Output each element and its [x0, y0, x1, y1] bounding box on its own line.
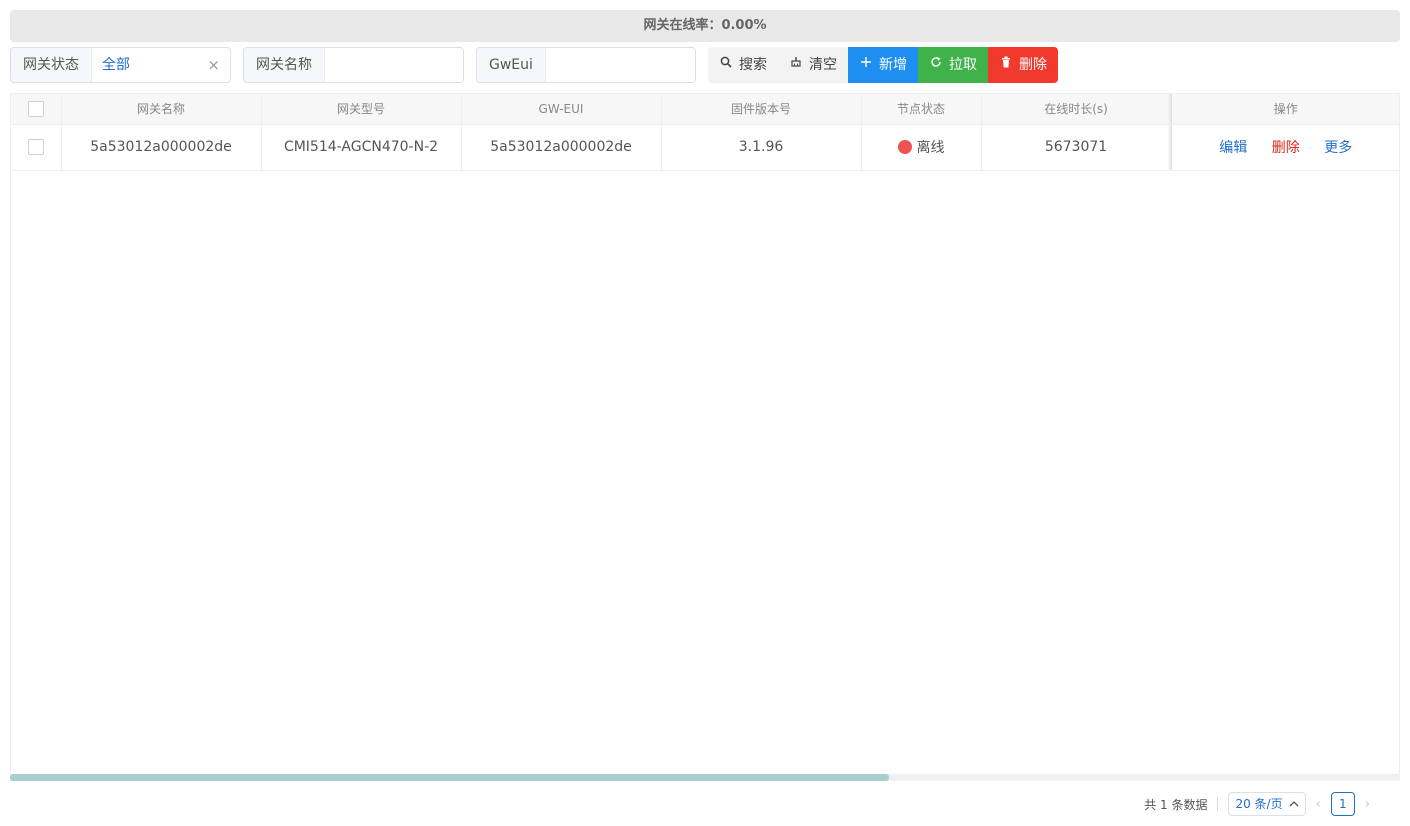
column-header[interactable]: 网关型号 — [261, 94, 462, 125]
status-filter-label: 网关状态 — [11, 48, 92, 82]
edit-link[interactable]: 编辑 — [1219, 140, 1247, 156]
actions-cell: 编辑 删除 更多 — [1171, 124, 1399, 171]
gweui-input[interactable] — [545, 48, 695, 82]
filter-toolbar: 网关状态 全部 × 网关名称 GwEui 搜索 清空 新增 拉取 删除 — [10, 47, 1400, 83]
trash-icon — [999, 47, 1013, 83]
online-rate-banner: 网关在线率：0.00% — [10, 10, 1400, 42]
row-checkbox[interactable] — [27, 139, 44, 155]
scrollbar-thumb[interactable] — [10, 774, 889, 781]
next-page-icon[interactable]: › — [1365, 797, 1370, 812]
horizontal-scrollbar[interactable] — [10, 774, 1400, 781]
select-all-cell — [11, 94, 62, 125]
name-filter-label: 网关名称 — [244, 48, 325, 82]
status-filter[interactable]: 网关状态 全部 × — [10, 47, 231, 83]
column-header[interactable]: 网关名称 — [61, 94, 262, 125]
pagination-divider — [1217, 797, 1219, 811]
clear-button-label: 清空 — [809, 57, 837, 73]
firmware-cell: 3.1.96 — [661, 124, 862, 171]
row-delete-link[interactable]: 删除 — [1272, 140, 1300, 156]
gateway-model-cell: CMI514-AGCN470-N-2 — [261, 124, 462, 171]
name-input[interactable] — [325, 48, 463, 82]
clear-button[interactable]: 清空 — [778, 47, 848, 83]
name-filter: 网关名称 — [243, 47, 464, 83]
page-number[interactable]: 1 — [1330, 792, 1355, 816]
search-button[interactable]: 搜索 — [708, 47, 778, 83]
column-header[interactable]: 固件版本号 — [661, 94, 862, 125]
status-select[interactable]: 全部 × — [92, 48, 230, 82]
uptime-cell: 5673071 — [981, 124, 1172, 171]
delete-button-label: 删除 — [1019, 57, 1047, 73]
chevron-up-icon — [1289, 793, 1299, 815]
total-count: 共 1 条数据 — [1144, 797, 1208, 812]
node-status-cell: 离线 — [861, 124, 982, 171]
row-select-cell — [11, 124, 62, 171]
select-all-checkbox[interactable] — [27, 100, 44, 117]
search-button-label: 搜索 — [739, 57, 767, 73]
gw-eui-cell: 5a53012a000002de — [461, 124, 662, 171]
pull-button[interactable]: 拉取 — [918, 47, 988, 83]
column-header[interactable]: 在线时长(s) — [981, 94, 1172, 125]
broom-icon — [789, 47, 803, 83]
node-status-text: 离线 — [916, 140, 945, 156]
table-header-row: 网关名称 网关型号 GW-EUI 固件版本号 节点状态 在线时长(s) 操作 — [11, 94, 1399, 125]
add-button[interactable]: 新增 — [848, 47, 918, 83]
column-header: 操作 — [1171, 94, 1399, 125]
prev-page-icon[interactable]: ‹ — [1316, 797, 1321, 812]
pull-button-label: 拉取 — [949, 57, 977, 73]
more-link[interactable]: 更多 — [1324, 140, 1352, 156]
plus-icon — [859, 47, 873, 83]
pagination: 共 1 条数据 20 条/页 ‹ 1 › — [1144, 792, 1370, 816]
table-row: 5a53012a000002de CMI514-AGCN470-N-2 5a53… — [11, 124, 1399, 171]
refresh-icon — [929, 47, 943, 83]
page-size-select[interactable]: 20 条/页 — [1228, 792, 1306, 816]
delete-button[interactable]: 删除 — [988, 47, 1058, 83]
column-header[interactable]: GW-EUI — [461, 94, 662, 125]
action-button-group: 搜索 清空 新增 拉取 删除 — [708, 47, 1058, 83]
status-select-value: 全部 — [102, 57, 130, 73]
search-icon — [719, 47, 733, 83]
gateway-table: 网关名称 网关型号 GW-EUI 固件版本号 节点状态 在线时长(s) 操作 5… — [10, 93, 1400, 781]
add-button-label: 新增 — [879, 57, 907, 73]
gweui-filter-label: GwEui — [477, 48, 546, 82]
column-header[interactable]: 节点状态 — [861, 94, 982, 125]
offline-status-dot-icon — [897, 140, 912, 154]
page-size-value: 20 条/页 — [1235, 797, 1283, 811]
gweui-filter: GwEui — [476, 47, 696, 83]
gateway-name-cell: 5a53012a000002de — [61, 124, 262, 171]
clear-icon[interactable]: × — [207, 48, 220, 82]
